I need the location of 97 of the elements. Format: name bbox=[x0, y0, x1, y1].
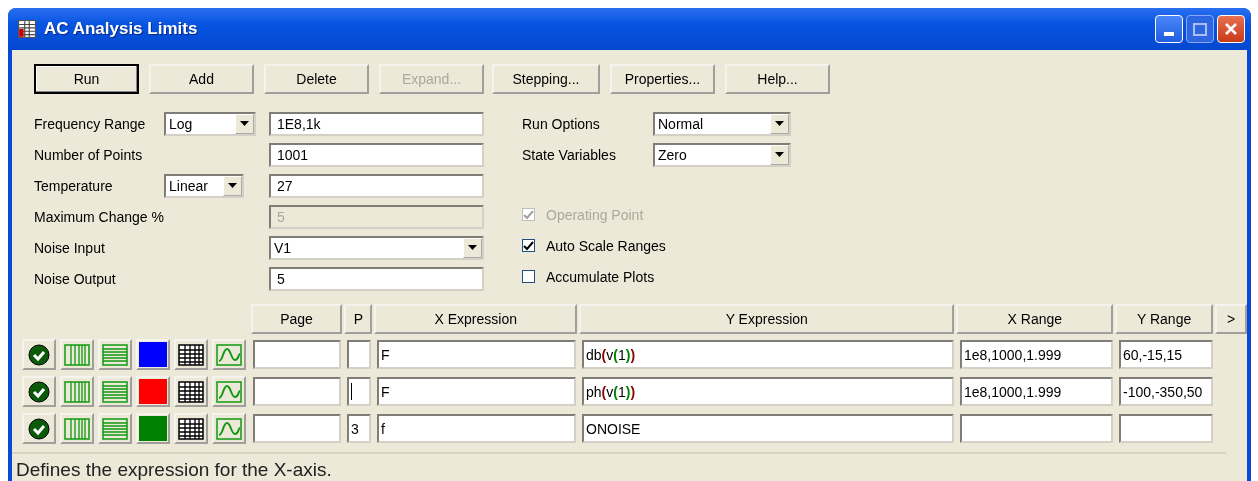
minimize-button[interactable] bbox=[1155, 15, 1183, 43]
grid-field[interactable]: 1e8,1000,1.999 bbox=[960, 377, 1113, 406]
plot-toggle[interactable] bbox=[212, 339, 246, 370]
dropdown-arrow-icon bbox=[775, 121, 784, 126]
close-button[interactable] bbox=[1217, 15, 1245, 43]
checkbox[interactable] bbox=[522, 239, 535, 252]
dialog-button[interactable]: Run bbox=[34, 64, 139, 94]
dropdown-arrow-icon bbox=[240, 121, 249, 126]
table-icon bbox=[178, 343, 204, 366]
x-grid-toggle[interactable] bbox=[60, 413, 94, 444]
option-label: Run Options bbox=[522, 115, 601, 132]
grid-field[interactable]: 60,-15,15 bbox=[1119, 340, 1213, 369]
y-grid-toggle[interactable] bbox=[98, 413, 132, 444]
y-grid-toggle[interactable] bbox=[98, 376, 132, 407]
grid-field[interactable] bbox=[1119, 414, 1213, 443]
field-label: Noise Input bbox=[34, 239, 106, 256]
minimize-icon bbox=[1164, 32, 1174, 36]
grid-field[interactable] bbox=[253, 377, 341, 406]
table-icon bbox=[178, 417, 204, 440]
plot-toggle[interactable] bbox=[212, 376, 246, 407]
input-field[interactable]: 1001 bbox=[269, 142, 484, 167]
table-toggle[interactable] bbox=[174, 339, 208, 370]
column-header[interactable]: P bbox=[344, 304, 373, 334]
dropdown-arrow-icon bbox=[775, 152, 784, 157]
window-title: AC Analysis Limits bbox=[44, 19, 199, 39]
y-grid-toggle[interactable] bbox=[98, 339, 132, 370]
x-grid-toggle[interactable] bbox=[60, 339, 94, 370]
check-circle-icon bbox=[28, 343, 50, 366]
column-header[interactable]: X Range bbox=[956, 304, 1114, 334]
table-toggle[interactable] bbox=[174, 413, 208, 444]
field-label: Maximum Change % bbox=[34, 208, 165, 225]
option-dropdown[interactable]: Normal bbox=[653, 111, 791, 136]
maximize-icon bbox=[1193, 22, 1207, 36]
grid-field[interactable]: 1e8,1000,1.999 bbox=[960, 340, 1113, 369]
dialog-button[interactable]: Delete bbox=[264, 64, 369, 94]
input-field[interactable]: 27 bbox=[269, 173, 484, 198]
table-icon bbox=[18, 20, 36, 38]
plot-toggle[interactable] bbox=[212, 413, 246, 444]
column-header[interactable]: Y Expression bbox=[579, 304, 955, 334]
column-header[interactable]: Y Range bbox=[1115, 304, 1214, 334]
grid-field[interactable]: F bbox=[377, 377, 576, 406]
check-circle-icon bbox=[28, 417, 50, 440]
checkbox-label: Auto Scale Ranges bbox=[546, 237, 666, 254]
mode-dropdown[interactable]: Log bbox=[164, 111, 256, 136]
dialog-button[interactable]: Properties... bbox=[610, 64, 715, 94]
grid-field[interactable] bbox=[253, 414, 341, 443]
table-toggle[interactable] bbox=[174, 376, 208, 407]
input-field[interactable]: 1E8,1k bbox=[269, 111, 484, 136]
check-circle-icon bbox=[28, 380, 50, 403]
enable-toggle[interactable] bbox=[22, 376, 56, 407]
dialog-button[interactable]: Add bbox=[149, 64, 254, 94]
field-label: Noise Output bbox=[34, 270, 117, 287]
horizontal-grid-icon bbox=[102, 380, 128, 403]
mode-dropdown[interactable]: Linear bbox=[164, 173, 244, 198]
grid-field[interactable]: -100,-350,50 bbox=[1119, 377, 1213, 406]
checkbox-label: Operating Point bbox=[546, 206, 644, 223]
status-bar: Defines the expression for the X-axis. bbox=[12, 452, 1226, 481]
vertical-grid-icon bbox=[64, 380, 90, 403]
curve-icon bbox=[216, 417, 242, 440]
vertical-grid-icon bbox=[64, 343, 90, 366]
grid-field[interactable]: ONOISE bbox=[582, 414, 954, 443]
column-header[interactable]: Page bbox=[250, 304, 343, 334]
grid-field[interactable] bbox=[253, 340, 341, 369]
grid-field[interactable]: f bbox=[377, 414, 576, 443]
checkbox-label: Accumulate Plots bbox=[546, 268, 655, 285]
grid-field[interactable] bbox=[960, 414, 1113, 443]
field-label: Number of Points bbox=[34, 146, 144, 163]
grid-field[interactable]: 3 bbox=[347, 414, 371, 443]
option-label: State Variables bbox=[522, 146, 617, 163]
combo-field[interactable]: V1 bbox=[269, 235, 484, 260]
grid-field[interactable] bbox=[347, 377, 371, 406]
field-label: Temperature bbox=[34, 177, 114, 194]
grid-field[interactable]: db(v(1)) bbox=[582, 340, 954, 369]
dropdown-arrow-icon bbox=[468, 245, 477, 250]
curve-icon bbox=[216, 343, 242, 366]
grid-field[interactable]: ph(v(1)) bbox=[582, 377, 954, 406]
dialog-button[interactable]: Help... bbox=[725, 64, 830, 94]
maximize-button[interactable] bbox=[1186, 15, 1214, 43]
table-icon bbox=[178, 380, 204, 403]
option-dropdown[interactable]: Zero bbox=[653, 142, 791, 167]
grid-field[interactable]: F bbox=[377, 340, 576, 369]
horizontal-grid-icon bbox=[102, 417, 128, 440]
grid-field[interactable] bbox=[347, 340, 371, 369]
close-icon bbox=[1224, 22, 1238, 36]
input-field[interactable]: 5 bbox=[269, 266, 484, 291]
scroll-right-button[interactable]: > bbox=[1215, 304, 1247, 334]
dropdown-arrow-icon bbox=[228, 183, 237, 188]
curve-icon bbox=[216, 380, 242, 403]
x-grid-toggle[interactable] bbox=[60, 376, 94, 407]
horizontal-grid-icon bbox=[102, 343, 128, 366]
vertical-grid-icon bbox=[64, 417, 90, 440]
enable-toggle[interactable] bbox=[22, 413, 56, 444]
dialog-button[interactable]: Stepping... bbox=[492, 64, 600, 94]
column-header[interactable]: X Expression bbox=[374, 304, 578, 334]
field-label: Frequency Range bbox=[34, 115, 147, 132]
enable-toggle[interactable] bbox=[22, 339, 56, 370]
checkbox[interactable] bbox=[522, 270, 535, 283]
